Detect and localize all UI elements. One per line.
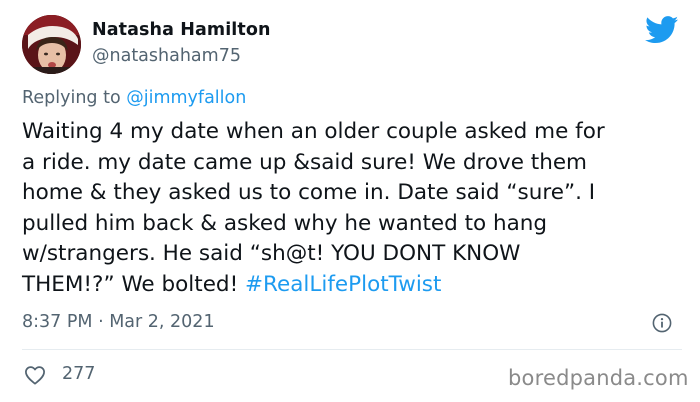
tweet-text-last-line: THEM!?” We bolted! #RealLifePlotTwist	[22, 270, 692, 301]
tweet-text-line: pulled him back & asked why he wanted to…	[22, 210, 548, 236]
author-avatar[interactable]	[22, 15, 81, 74]
twitter-bird-icon[interactable]	[645, 16, 679, 44]
tweet-card: Natasha Hamilton @natashaham75 Replying …	[0, 0, 700, 402]
tweet-text-line: THEM!?” We bolted!	[22, 271, 246, 297]
tweet-text-line: w/strangers. He said “sh@t! YOU DONT KNO…	[22, 241, 521, 266]
author-handle[interactable]: @natashaham75	[92, 46, 241, 66]
divider	[22, 349, 682, 350]
avatar-image	[22, 15, 81, 74]
hashtag-link[interactable]: #RealLifePlotTwist	[245, 272, 441, 297]
info-icon[interactable]	[652, 313, 672, 333]
author-name[interactable]: Natasha Hamilton	[92, 20, 271, 40]
heart-icon[interactable]	[24, 365, 46, 385]
tweet-timestamp[interactable]: 8:37 PM · Mar 2, 2021	[22, 312, 215, 332]
tweet-text-line: Waiting 4 my date when an older couple a…	[22, 119, 605, 144]
like-count: 277	[62, 364, 96, 384]
tweet-text-line: a ride. my date came up &said sure! We d…	[22, 149, 588, 175]
replying-to: Replying to @jimmyfallon	[22, 88, 246, 108]
tweet-text: Waiting 4 my date when an older couple a…	[22, 117, 692, 300]
replying-to-label: Replying to	[22, 88, 127, 108]
reply-mention-link[interactable]: @jimmyfallon	[126, 88, 246, 108]
watermark: boredpanda.com	[508, 366, 689, 390]
tweet-text-line: home & they asked us to come in. Date sa…	[22, 180, 596, 205]
